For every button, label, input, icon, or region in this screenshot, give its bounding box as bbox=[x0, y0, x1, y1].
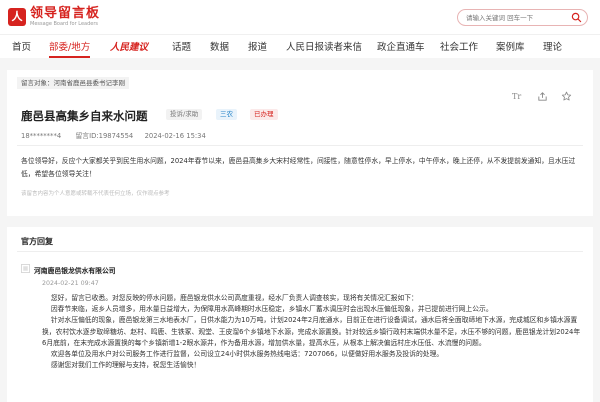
logo-subtitle: Message Board for Leaders bbox=[30, 20, 99, 27]
divider bbox=[17, 251, 583, 252]
org-avatar-icon bbox=[21, 264, 30, 273]
favorite-star-icon[interactable] bbox=[561, 91, 572, 102]
main-nav: 首页 部委/地方 人民建议 话题 数据 报道 人民日报读者来信 政企直通车 社会… bbox=[0, 34, 600, 58]
site-header: 人 领导留言板 Message Board for Leaders bbox=[0, 0, 600, 34]
message-author: 18********4 bbox=[21, 132, 62, 140]
reply-time: 2024-02-21 09:47 bbox=[42, 280, 99, 287]
logo-title: 领导留言板 bbox=[30, 5, 101, 21]
search-icon[interactable] bbox=[571, 12, 582, 23]
nav-reports[interactable]: 报道 bbox=[248, 39, 267, 53]
message-disclaimer: 该留言内容为个人意愿或转载不代表任何立场，仅作观点参考 bbox=[21, 191, 170, 197]
font-size-icon[interactable]: Tr bbox=[512, 92, 521, 101]
message-meta: 18********4 留言ID:19874554 2024-02-16 15:… bbox=[21, 130, 206, 140]
nav-reader-letters[interactable]: 人民日报读者来信 bbox=[286, 39, 362, 53]
nav-case-library[interactable]: 案例库 bbox=[496, 39, 525, 53]
reply-paragraph: 针对水压偏低的现象，鹿邑银龙第三水地表水厂，日供水能力为10万吨，计划2024年… bbox=[42, 316, 581, 347]
share-icon[interactable] bbox=[537, 91, 548, 102]
nav-data[interactable]: 数据 bbox=[210, 39, 229, 53]
logo-mark-icon: 人 bbox=[8, 8, 26, 26]
reply-paragraph: 欢迎各单位及用水户对公司服务工作进行监督，公司设立24小时供水服务热线电话：72… bbox=[50, 350, 444, 359]
nav-home[interactable]: 首页 bbox=[12, 39, 31, 53]
tag-category[interactable]: 三农 bbox=[216, 109, 237, 120]
nav-gov-enterprise[interactable]: 政企直通车 bbox=[377, 39, 425, 53]
logo-text: 领导留言板 Message Board for Leaders bbox=[30, 7, 100, 28]
nav-ministries-local[interactable]: 部委/地方 bbox=[49, 39, 91, 58]
message-body: 各位领导好，反应个大家都关乎到民生用水问题，2024年春节以来，鹿邑县高集乡大宋… bbox=[21, 157, 576, 178]
tag-complaint[interactable]: 投诉/求助 bbox=[166, 109, 203, 120]
nav-topics[interactable]: 话题 bbox=[172, 39, 191, 53]
nav-social-work[interactable]: 社会工作 bbox=[440, 39, 478, 53]
status-badge: 已办理 bbox=[250, 109, 278, 120]
reply-section-title: 官方回复 bbox=[21, 237, 53, 246]
nav-theory[interactable]: 理论 bbox=[543, 39, 562, 53]
reply-paragraph: 您好，留言已收悉。对您反映的停水问题，鹿邑银龙供水公司高度重视，经水厂负责人调查… bbox=[50, 294, 418, 302]
search-input[interactable] bbox=[466, 12, 566, 23]
message-date: 2024-02-16 15:34 bbox=[144, 132, 206, 140]
site-logo[interactable]: 人 领导留言板 Message Board for Leaders bbox=[8, 6, 100, 28]
reply-paragraph: 感谢您对我们工作的理解与支持，祝您生活愉快！ bbox=[50, 361, 201, 370]
reply-organization: 河南鹿邑银龙供水有限公司 bbox=[34, 267, 116, 275]
nav-people-suggestions[interactable]: 人民建议 bbox=[110, 39, 148, 53]
reply-paragraph: 因春节来临，返乡人员增多，用水量日益增大，为保障用水高峰期时水压稳定，乡镇水厂蓄… bbox=[50, 305, 493, 314]
reply-body: 您好，留言已收悉。对您反映的停水问题，鹿邑银龙供水公司高度重视，经水厂负责人调查… bbox=[42, 293, 582, 371]
search-box[interactable] bbox=[457, 9, 588, 26]
message-recipient[interactable]: 留言对象：河南省鹿邑县委书记李刚 bbox=[17, 77, 129, 89]
divider bbox=[17, 145, 583, 146]
message-id: 留言ID:19874554 bbox=[75, 132, 134, 140]
message-title: 鹿邑县高集乡自来水问题 bbox=[21, 109, 148, 123]
